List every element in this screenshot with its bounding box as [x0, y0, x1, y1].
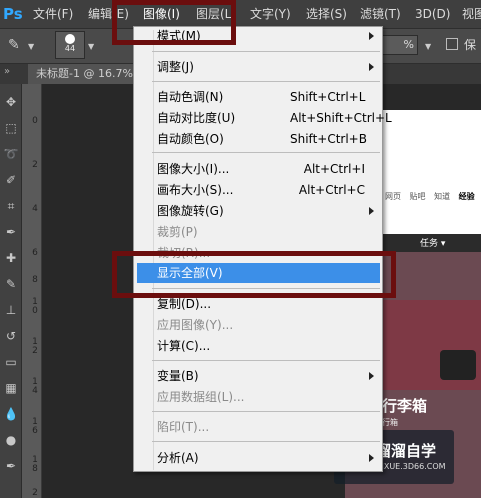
annotation-box — [112, 0, 236, 45]
ruler-number: 1 0 — [32, 297, 38, 316]
submenu-arrow-icon — [369, 63, 374, 71]
watermark-url: ZIXUE.3D66.COM — [376, 462, 446, 471]
menu-item-auto-tone[interactable]: 自动色调(N) — [157, 88, 223, 106]
ruler-number: 1 4 — [32, 377, 38, 396]
menu-item-calculations[interactable]: 计算(C)... — [157, 337, 210, 355]
ruler-number: 2 — [32, 488, 38, 498]
gradient-tool-icon[interactable]: ▦ — [2, 378, 20, 398]
checkbox[interactable] — [446, 38, 458, 50]
ruler-number: 1 2 — [32, 337, 38, 356]
menu-item-trap: 陷印(T)... — [157, 420, 210, 434]
hero-tab: 任务 ▾ — [420, 239, 446, 249]
brush-tip-icon — [65, 34, 75, 44]
menu-separator — [152, 81, 380, 82]
ruler-number: 6 — [32, 248, 38, 258]
annotation-box — [112, 251, 396, 298]
submenu-arrow-icon — [369, 454, 374, 462]
menu-item-image-size[interactable]: 图像大小(I)... — [157, 160, 229, 178]
menu-filter[interactable]: 滤镜(T) — [360, 0, 401, 28]
submenu-arrow-icon — [369, 372, 374, 380]
menu-separator — [152, 360, 380, 361]
chevron-down-icon[interactable]: ▼ — [88, 42, 94, 51]
shortcut-label: Shift+Ctrl+L — [290, 90, 366, 104]
camera-image — [440, 350, 476, 380]
nav-link: 经验 — [458, 192, 475, 201]
brush-tool-icon[interactable]: ✎ — [8, 37, 20, 53]
shortcut-label: Shift+Ctrl+B — [290, 132, 367, 146]
menu-item-auto-contrast[interactable]: 自动对比度(U) — [157, 109, 235, 127]
menu-3d[interactable]: 3D(D) — [415, 0, 450, 28]
document-tab[interactable]: 未标题-1 @ 16.7% — [28, 64, 138, 84]
checkbox-label: 保 — [464, 38, 477, 52]
menu-separator — [152, 152, 380, 153]
crop-tool-icon[interactable]: ⌗ — [2, 196, 20, 216]
blur-tool-icon[interactable]: 💧 — [2, 404, 20, 424]
brush-tool-icon[interactable]: ✎ — [2, 274, 20, 294]
panel-collapse-icon[interactable]: » — [4, 66, 10, 77]
menu-select[interactable]: 选择(S) — [306, 0, 347, 28]
move-tool-icon[interactable]: ✥ — [2, 92, 20, 112]
shortcut-label: Alt+Ctrl+I — [303, 162, 365, 176]
submenu-arrow-icon — [369, 32, 374, 40]
dodge-tool-icon[interactable]: ● — [2, 430, 20, 450]
menu-item-image-rotation[interactable]: 图像旋转(G) — [157, 202, 224, 220]
nav-link: 知道 — [434, 192, 451, 201]
marquee-tool-icon[interactable]: ⬚ — [2, 118, 20, 138]
ruler-number: 4 — [32, 204, 38, 214]
menu-separator — [152, 51, 380, 52]
menu-item-adjustments[interactable]: 调整(J) — [157, 58, 194, 76]
brush-preset-picker[interactable]: 44 — [55, 31, 85, 59]
menu-item-canvas-size[interactable]: 画布大小(S)... — [157, 181, 233, 199]
watermark-title: 溜溜自学 — [376, 442, 437, 460]
ruler-number: 1 6 — [32, 417, 38, 436]
pen-tool-icon[interactable]: ✒ — [2, 456, 20, 476]
menu-type[interactable]: 文字(Y) — [250, 0, 291, 28]
lasso-tool-icon[interactable]: ➰ — [2, 144, 20, 164]
menu-view[interactable]: 视图 — [462, 0, 481, 28]
menu-item-auto-color[interactable]: 自动颜色(O) — [157, 130, 224, 148]
ruler-number: 0 — [32, 116, 38, 126]
ruler-number: 1 8 — [32, 455, 38, 474]
menu-item-apply-data-set: 应用数据组(L)... — [157, 390, 245, 404]
chevron-down-icon[interactable]: ▼ — [425, 42, 431, 51]
clone-stamp-tool-icon[interactable]: ⊥ — [2, 300, 20, 320]
history-brush-tool-icon[interactable]: ↺ — [2, 326, 20, 346]
shortcut-label: Alt+Ctrl+C — [298, 183, 365, 197]
brush-size-label: 44 — [64, 44, 76, 53]
nav-link: 网页 — [385, 192, 401, 201]
healing-brush-tool-icon[interactable]: ✚ — [2, 248, 20, 268]
menu-separator — [152, 411, 380, 412]
ruler-number: 2 — [32, 160, 38, 170]
menu-gutter — [136, 30, 154, 470]
opacity-field[interactable]: % — [382, 35, 418, 55]
submenu-arrow-icon — [369, 207, 374, 215]
quick-select-tool-icon[interactable]: ✐ — [2, 170, 20, 190]
nav-link: 贴吧 — [409, 192, 426, 201]
eyedropper-tool-icon[interactable]: ✒ — [2, 222, 20, 242]
menu-file[interactable]: 文件(F) — [33, 0, 73, 28]
menu-item-apply-image: 应用图像(Y)... — [157, 318, 234, 332]
eraser-tool-icon[interactable]: ▭ — [2, 352, 20, 372]
menu-item-variables[interactable]: 变量(B) — [157, 367, 199, 385]
shortcut-label: Alt+Shift+Ctrl+L — [290, 111, 392, 125]
menu-separator — [152, 441, 380, 442]
menu-item-analysis[interactable]: 分析(A) — [157, 449, 199, 467]
menu-item-crop: 裁剪(P) — [157, 225, 198, 239]
chevron-down-icon[interactable]: ▼ — [28, 42, 34, 51]
ruler-number: 8 — [32, 275, 38, 285]
photoshop-logo: Ps — [3, 5, 23, 23]
